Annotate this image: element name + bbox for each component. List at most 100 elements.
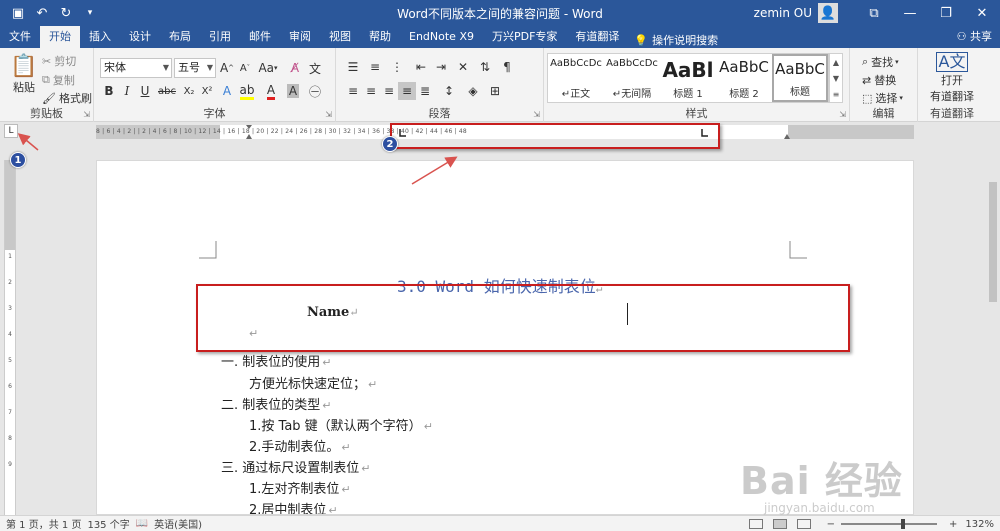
tab-file[interactable]: 文件 [0, 26, 40, 48]
shrink-font-icon[interactable]: Aˇ [236, 59, 254, 77]
highlight-icon[interactable]: ab [238, 82, 256, 100]
copy-button[interactable]: ⧉ 复制 [42, 72, 75, 88]
tab-home[interactable]: 开始 [40, 26, 80, 48]
scrollbar-thumb[interactable] [989, 182, 997, 302]
show-marks-icon[interactable]: ¶ [498, 58, 516, 76]
tab-wondershare-pdf[interactable]: 万兴PDF专家 [483, 26, 566, 48]
web-layout-icon[interactable] [796, 519, 811, 529]
proofing-icon[interactable]: 📖 [136, 518, 148, 529]
tab-youdao[interactable]: 有道翻译 [566, 26, 628, 48]
line-spacing-icon[interactable]: ↕ [440, 82, 458, 100]
style-title[interactable]: AaBbC 标题 [772, 54, 828, 102]
numbering-icon[interactable]: ≡ [366, 58, 384, 76]
share-button[interactable]: ⚇ 共享 [957, 26, 992, 48]
minimize-icon[interactable]: — [892, 0, 928, 26]
zoom-slider[interactable] [841, 519, 938, 529]
close-icon[interactable]: ✕ [964, 0, 1000, 26]
superscript-button[interactable]: X² [198, 82, 216, 100]
character-shading-icon[interactable]: A [284, 82, 302, 100]
style-name: 标题 1 [673, 89, 703, 100]
style-normal[interactable]: AaBbCcDc ↵正文 [548, 54, 604, 102]
subscript-button[interactable]: X₂ [180, 82, 198, 100]
zoom-out-icon[interactable]: − [827, 519, 835, 530]
zoom-in-icon[interactable]: + [949, 519, 957, 530]
open-youdao-button[interactable]: A文 打开 有道翻译 [924, 52, 980, 104]
font-color-icon[interactable]: A [262, 82, 280, 100]
change-case-icon[interactable]: Aa ▾ [256, 59, 280, 77]
status-words[interactable]: 135 个字 [87, 516, 129, 531]
cut-button[interactable]: ✂ 剪切 [42, 53, 76, 69]
list-item: 一. 制表位的使用 ↵ [221, 355, 332, 370]
dialog-launcher-icon[interactable]: ⇲ [83, 110, 90, 119]
strikethrough-button[interactable]: abc [156, 82, 178, 100]
chevron-down-icon: ▼ [162, 63, 169, 72]
shading-icon[interactable]: ◈ [464, 82, 482, 100]
tab-help[interactable]: 帮助 [360, 26, 400, 48]
style-heading-2[interactable]: AaBbC 标题 2 [716, 54, 772, 102]
style-heading-1[interactable]: AaBl 标题 1 [660, 54, 716, 102]
gallery-scroll[interactable]: ▲ ▼ ≡ [829, 53, 843, 103]
align-left-icon[interactable]: ≡ [344, 82, 362, 100]
status-page[interactable]: 第 1 页，共 1 页 [6, 516, 81, 531]
avatar[interactable]: 👤 [818, 3, 838, 23]
user-name[interactable]: zemin OU [754, 6, 812, 20]
format-painter-button[interactable]: 🖌 格式刷 [42, 90, 92, 106]
increase-indent-icon[interactable]: ⇥ [432, 58, 450, 76]
grow-font-icon[interactable]: A ^ [218, 59, 236, 77]
zoom-slider-thumb[interactable] [901, 519, 906, 529]
tell-me-search[interactable]: 💡 操作说明搜索 [628, 32, 718, 48]
ribbon-display-options-icon[interactable]: ⧉ [856, 0, 892, 26]
select-button[interactable]: ⬚ 选择 ▾ [862, 90, 903, 106]
vertical-ruler[interactable]: 1 2 3 4 5 6 7 8 9 [4, 160, 16, 515]
bold-button[interactable]: B [100, 82, 118, 100]
tab-selector[interactable]: L [4, 124, 18, 138]
customize-qat-icon[interactable]: ▾ [78, 2, 102, 24]
tab-references[interactable]: 引用 [200, 26, 240, 48]
dialog-launcher-icon[interactable]: ⇲ [533, 110, 540, 119]
print-layout-icon[interactable] [772, 519, 787, 529]
borders-icon[interactable]: ⊞ [486, 82, 504, 100]
tab-mailings[interactable]: 邮件 [240, 26, 280, 48]
replace-button[interactable]: ⇄ 替换 [862, 72, 896, 88]
dialog-launcher-icon[interactable]: ⇲ [325, 110, 332, 119]
align-center-icon[interactable]: ≡ [362, 82, 380, 100]
enclose-characters-icon[interactable]: ㊀ [306, 82, 324, 100]
find-button[interactable]: ⌕ 查找 ▾ [862, 54, 899, 70]
italic-button[interactable]: I [118, 82, 136, 100]
style-preview: AaBbCcDc [606, 58, 658, 69]
more-icon[interactable]: ≡ [833, 90, 840, 99]
justify-icon[interactable]: ≡ [398, 82, 416, 100]
text-effects-icon[interactable]: A [218, 82, 236, 100]
distributed-icon[interactable]: ≣ [416, 82, 434, 100]
underline-button[interactable]: U [136, 82, 154, 100]
chevron-up-icon[interactable]: ▲ [833, 58, 839, 67]
chinese-layout-icon[interactable]: ✕ [454, 58, 472, 76]
read-mode-icon[interactable] [748, 519, 763, 529]
redo-icon[interactable]: ↻ [54, 2, 78, 24]
multilevel-list-icon[interactable]: ⋮ [388, 58, 406, 76]
phonetic-guide-icon[interactable]: 文 [306, 59, 324, 77]
zoom-level[interactable]: 132% [965, 519, 994, 530]
tab-endnote[interactable]: EndNote X9 [400, 26, 483, 48]
tab-review[interactable]: 审阅 [280, 26, 320, 48]
chevron-down-icon[interactable]: ▼ [833, 74, 839, 83]
sort-icon[interactable]: ⇅ [476, 58, 494, 76]
tab-insert[interactable]: 插入 [80, 26, 120, 48]
decrease-indent-icon[interactable]: ⇤ [412, 58, 430, 76]
clear-formatting-icon[interactable]: A̸ [286, 59, 304, 77]
style-no-spacing[interactable]: AaBbCcDc ↵无间隔 [604, 54, 660, 102]
save-icon[interactable]: ▣ [6, 2, 30, 24]
status-language[interactable]: 英语(美国) [154, 516, 202, 531]
paste-button[interactable]: 📋 粘贴 [10, 54, 38, 95]
tab-layout[interactable]: 布局 [160, 26, 200, 48]
bullets-icon[interactable]: ☰ [344, 58, 362, 76]
vertical-scrollbar[interactable] [986, 122, 1000, 515]
font-name-combo[interactable]: 宋体 ▼ [100, 58, 172, 78]
font-size-combo[interactable]: 五号 ▼ [174, 58, 216, 78]
undo-icon[interactable]: ↶ [30, 2, 54, 24]
dialog-launcher-icon[interactable]: ⇲ [839, 110, 846, 119]
tab-view[interactable]: 视图 [320, 26, 360, 48]
restore-icon[interactable]: ❐ [928, 0, 964, 26]
align-right-icon[interactable]: ≡ [380, 82, 398, 100]
tab-design[interactable]: 设计 [120, 26, 160, 48]
